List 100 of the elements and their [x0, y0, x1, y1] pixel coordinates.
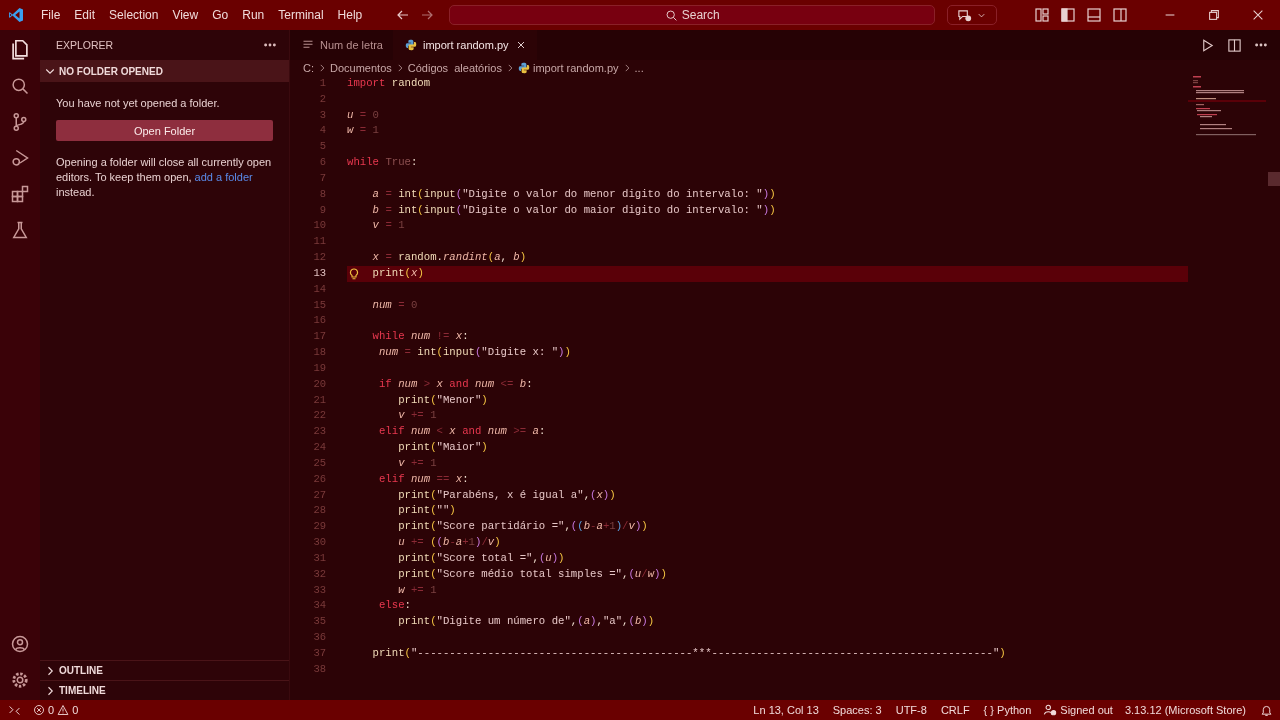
menu-item[interactable]: File — [34, 5, 68, 25]
folder-note: Opening a folder will close all currently open editors. To keep them open, add a folder instead. — [56, 155, 273, 200]
close-icon[interactable] — [1251, 8, 1265, 22]
line-number: 29 — [312, 519, 327, 535]
scrollbar-thumb[interactable] — [1268, 172, 1280, 186]
status-item[interactable]: CRLF — [933, 704, 977, 716]
line-number: 22 — [312, 408, 327, 424]
line-number: 17 — [312, 329, 327, 345]
menu-item[interactable]: Go — [205, 5, 236, 25]
line-number: 21 — [312, 392, 327, 408]
add-folder-link[interactable]: add a folder — [194, 171, 253, 183]
language-status[interactable]: { } Python — [976, 704, 1039, 716]
error-icon — [33, 704, 45, 716]
text-file-icon — [302, 39, 314, 51]
search-icon[interactable] — [10, 76, 30, 96]
breadcrumb[interactable]: import random.py — [532, 62, 619, 74]
code-line: u = 0 — [347, 107, 380, 123]
problems-status[interactable]: 0 0 — [28, 704, 84, 716]
remote-icon[interactable] — [7, 703, 21, 717]
chat-button[interactable] — [947, 5, 998, 25]
extensions-icon[interactable] — [10, 184, 30, 204]
code-line: v += 1 — [397, 455, 438, 471]
menu-item[interactable]: Terminal — [271, 5, 331, 25]
app-logo — [8, 7, 24, 23]
search-icon — [664, 8, 678, 22]
code-line: x = random.randint(a, b) — [371, 250, 528, 266]
line-number: 11 — [312, 234, 327, 250]
menu-item[interactable]: Run — [235, 5, 272, 25]
interpreter-status[interactable]: 3.13.12 (Microsoft Store) — [1117, 704, 1253, 716]
line-number: 32 — [312, 566, 327, 582]
bell-icon[interactable] — [1260, 703, 1273, 717]
settings-icon[interactable] — [10, 670, 30, 690]
line-number: 28 — [312, 503, 327, 519]
line-number: 23 — [312, 424, 327, 440]
breadcrumb[interactable]: ... — [634, 62, 644, 74]
flask-icon[interactable] — [10, 220, 30, 240]
account-status[interactable]: Signed out — [1038, 703, 1118, 717]
minimap-drawing[interactable] — [1188, 76, 1266, 136]
files-icon[interactable] — [9, 38, 31, 60]
line-number: 7 — [318, 170, 327, 186]
line-number: 12 — [312, 250, 327, 266]
code-line: w += 1 — [397, 582, 438, 598]
editor-tab[interactable]: import random.py — [393, 30, 537, 60]
code-line: while True: — [347, 155, 419, 171]
code-line: import random — [347, 76, 432, 91]
section-header[interactable]: TIMELINE — [40, 681, 289, 700]
empty-message: You have not yet opened a folder. — [56, 97, 221, 109]
lightbulb-icon[interactable] — [349, 267, 359, 280]
line-number: 33 — [312, 582, 327, 598]
split-panel-icon[interactable] — [1112, 7, 1128, 23]
line-number: 13 — [312, 265, 327, 281]
status-item[interactable]: Ln 13, Col 13 — [746, 704, 826, 716]
panel-toggle-icon[interactable] — [1086, 7, 1102, 23]
restore-icon[interactable] — [1207, 8, 1221, 22]
section-header[interactable]: OUTLINE — [40, 661, 289, 680]
section-header[interactable]: NO FOLDER OPENED — [40, 60, 289, 82]
account-icon[interactable] — [10, 634, 30, 654]
breadcrumb[interactable]: Códigos aleatórios — [407, 62, 502, 74]
layout-icon[interactable] — [1034, 7, 1050, 23]
line-number: 2 — [318, 91, 327, 107]
search-field[interactable]: Search — [449, 5, 936, 25]
menu-item[interactable]: Selection — [102, 5, 166, 25]
code-line: b = int(input("Digite o valor do maior digito do intervalo: ")) — [371, 202, 777, 218]
run-debug-icon[interactable] — [10, 148, 30, 168]
code-line: print("Maior") — [397, 440, 489, 456]
code-line: u += ((b-a+1)/v) — [397, 535, 502, 550]
code-line: print("") — [397, 503, 457, 519]
breadcrumb[interactable]: C: — [303, 62, 314, 74]
line-number: 8 — [318, 186, 327, 202]
breadcrumb[interactable]: Documentos — [330, 62, 392, 74]
run-icon[interactable] — [1200, 37, 1215, 53]
line-number: 4 — [318, 123, 327, 139]
sidebar-toggle-icon[interactable] — [1060, 7, 1076, 23]
menu-item[interactable]: View — [165, 5, 206, 25]
line-number: 1 — [318, 76, 327, 91]
line-number: 20 — [312, 376, 327, 392]
line-number: 5 — [318, 139, 327, 155]
status-item[interactable]: UTF-8 — [888, 704, 934, 716]
line-number: 24 — [312, 440, 327, 456]
line-number: 9 — [318, 202, 327, 218]
code-line: print("Score partidário =",((b-a+1)/v)) — [397, 519, 649, 535]
code-line: num = int(input("Digite x: ")) — [377, 345, 572, 361]
line-number: 6 — [318, 155, 327, 171]
line-number: 16 — [312, 313, 327, 329]
code-line: w = 1 — [347, 123, 380, 139]
line-number: 30 — [312, 535, 327, 550]
menu-item[interactable]: Help — [330, 5, 370, 25]
line-number: 27 — [312, 487, 327, 503]
line-number: 35 — [312, 614, 327, 630]
open-folder-button[interactable]: Open Folder — [56, 120, 273, 141]
code-line: while num != x: — [371, 329, 470, 345]
split-editor-icon[interactable] — [1227, 37, 1242, 53]
code-line: v = 1 — [371, 218, 406, 234]
menu-item[interactable]: Edit — [67, 5, 103, 25]
code-line: print("-------------------------------------------***--------------------------------------------") — [371, 645, 1007, 661]
code-line: else: — [377, 598, 412, 614]
sidebar-title: EXPLORER — [56, 39, 114, 51]
status-item[interactable]: Spaces: 3 — [825, 704, 889, 716]
chevron-icon — [317, 63, 327, 73]
code-line: a = int(input("Digite o valor do menor digito do intervalo: ")) — [371, 186, 777, 202]
